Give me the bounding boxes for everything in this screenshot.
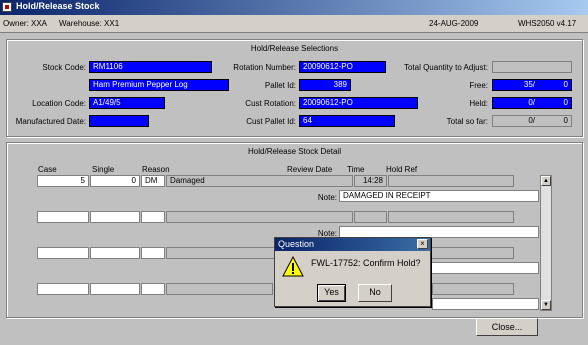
- cust-pallet-id-label: Cust Pallet Id:: [246, 117, 296, 126]
- no-button[interactable]: No: [358, 284, 392, 302]
- total-so-far-field: 0/ 0: [492, 115, 572, 127]
- cust-pallet-id-field[interactable]: 64: [299, 115, 395, 127]
- row1-hold-ref: [388, 175, 514, 187]
- stock-code-label: Stock Code:: [42, 63, 86, 72]
- stock-code-field[interactable]: RM1106: [89, 61, 212, 73]
- close-button[interactable]: Close...: [476, 318, 538, 336]
- app-icon: [2, 2, 12, 12]
- row3-single-input[interactable]: [90, 247, 140, 259]
- reason-header: Reason: [142, 165, 170, 174]
- single-header: Single: [92, 165, 115, 174]
- yes-button[interactable]: Yes: [317, 284, 346, 302]
- date-text: 24-AUG-2009: [429, 19, 479, 28]
- stock-description-field: Ham Premium Pepper Log: [89, 79, 229, 91]
- row4-case-input[interactable]: [37, 283, 89, 295]
- rotation-number-label: Rotation Number:: [233, 63, 296, 72]
- held-label: Held:: [469, 99, 488, 108]
- pallet-id-field[interactable]: 389: [299, 79, 351, 91]
- row2-time: [354, 211, 387, 223]
- row4-single-input[interactable]: [90, 283, 140, 295]
- scroll-down-icon[interactable]: ▼: [541, 300, 551, 310]
- manufactured-date-label: Manufactured Date:: [15, 117, 86, 126]
- total-so-far-label: Total so far:: [446, 117, 488, 126]
- pallet-id-label: Pallet Id:: [264, 81, 296, 90]
- free-value-a: 35/: [523, 80, 535, 89]
- location-code-field[interactable]: A1/49/5: [89, 97, 165, 109]
- dialog-close-icon[interactable]: ×: [417, 239, 428, 249]
- scroll-up-icon[interactable]: ▲: [541, 176, 551, 186]
- hold-ref-header: Hold Ref: [386, 165, 418, 174]
- info-bar: Owner: XXA Warehouse: XX1 24-AUG-2009 WH…: [0, 15, 588, 33]
- row1-time: 14:28: [354, 175, 387, 187]
- row1-reason-code-input[interactable]: DM: [141, 175, 165, 187]
- row1-case-input[interactable]: 5: [37, 175, 89, 187]
- location-code-label: Location Code:: [32, 99, 86, 108]
- detail-title: Hold/Release Stock Detail: [248, 147, 341, 156]
- row2-single-input[interactable]: [90, 211, 140, 223]
- rotation-number-field[interactable]: 20090612-PO: [299, 61, 386, 73]
- manufactured-date-field[interactable]: [89, 115, 149, 127]
- row2-case-input[interactable]: [37, 211, 89, 223]
- case-header: Case: [38, 165, 57, 174]
- row4-reason-code-input[interactable]: [141, 283, 165, 295]
- window-titlebar[interactable]: Hold/Release Stock: [0, 0, 588, 15]
- cust-rotation-label: Cust Rotation:: [245, 99, 296, 108]
- row2-reason-code-input[interactable]: [141, 211, 165, 223]
- window-title: Hold/Release Stock: [16, 1, 100, 11]
- detail-scrollbar[interactable]: ▲ ▼: [540, 175, 552, 311]
- row1-reason-description: Damaged: [166, 175, 353, 187]
- row2-hold-ref: [388, 211, 514, 223]
- total-quantity-field[interactable]: [492, 61, 572, 73]
- row1-note-input[interactable]: DAMAGED IN RECEIPT: [339, 190, 539, 202]
- row3-case-input[interactable]: [37, 247, 89, 259]
- selections-title: Hold/Release Selections: [250, 44, 339, 53]
- free-label: Free:: [469, 81, 488, 90]
- row4-reason-description: [166, 283, 273, 295]
- total-value-b: 0: [563, 116, 568, 125]
- row4-hold-ref: [432, 283, 514, 295]
- free-field: 35/ 0: [492, 79, 572, 91]
- dialog-titlebar[interactable]: Question ×: [275, 238, 430, 251]
- time-header: Time: [347, 165, 365, 174]
- cust-rotation-field[interactable]: 20090612-PO: [299, 97, 418, 109]
- row2-reason-description: [166, 211, 353, 223]
- warning-icon: [282, 256, 304, 277]
- review-date-header: Review Date: [287, 165, 333, 174]
- held-field: 0/ 0: [492, 97, 572, 109]
- total-quantity-label: Total Quantity to Adjust:: [403, 63, 488, 72]
- held-value-b: 0: [563, 98, 568, 107]
- version-text: WHS2050 v4.17: [518, 19, 577, 28]
- warehouse-text: Warehouse: XX1: [59, 19, 120, 28]
- row1-single-input[interactable]: 0: [90, 175, 140, 187]
- dialog-title: Question: [278, 239, 315, 249]
- row3-reason-code-input[interactable]: [141, 247, 165, 259]
- dialog-message: FWL-17752: Confirm Hold?: [311, 258, 421, 268]
- row4-note-input[interactable]: [432, 298, 539, 310]
- held-value-a: 0/: [528, 98, 535, 107]
- owner-text: Owner: XXA: [3, 19, 48, 28]
- total-value-a: 0/: [528, 116, 535, 125]
- free-value-b: 0: [563, 80, 568, 89]
- question-dialog: Question × FWL-17752: Confirm Hold? Yes …: [274, 237, 431, 307]
- row1-note-label: Note:: [317, 193, 337, 202]
